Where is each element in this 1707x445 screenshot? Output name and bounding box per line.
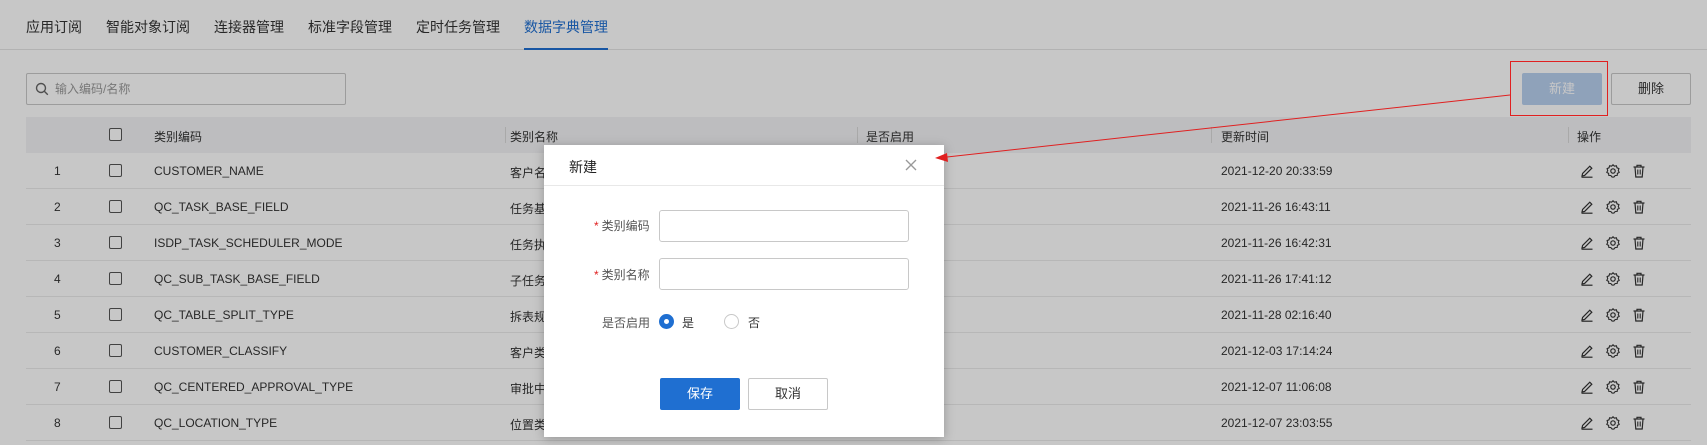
required-mark: * [594,219,599,233]
dialog-title: 新建 [569,159,597,175]
name-field-label: * 类别名称 [594,266,650,283]
annotation-highlight-box [1510,61,1608,116]
name-input[interactable] [659,258,909,290]
save-button[interactable]: 保存 [660,378,740,410]
code-field-label: * 类别编码 [594,217,650,234]
code-input[interactable] [659,210,909,242]
enabled-yes-label: 是 [682,316,695,330]
enabled-no-radio[interactable] [724,314,739,329]
dialog-divider [544,185,944,186]
code-label-text: 类别编码 [601,219,650,233]
enabled-no-label: 否 [748,316,761,330]
close-icon[interactable] [903,157,919,173]
name-label-text: 类别名称 [601,268,650,282]
required-mark: * [594,268,599,282]
cancel-button[interactable]: 取消 [748,378,828,410]
enabled-yes-radio[interactable] [659,314,674,329]
new-dialog: 新建 * 类别编码 * 类别名称 是否启用 是 否 保存 取消 [544,145,944,437]
enabled-field-label: 是否启用 [602,316,651,330]
